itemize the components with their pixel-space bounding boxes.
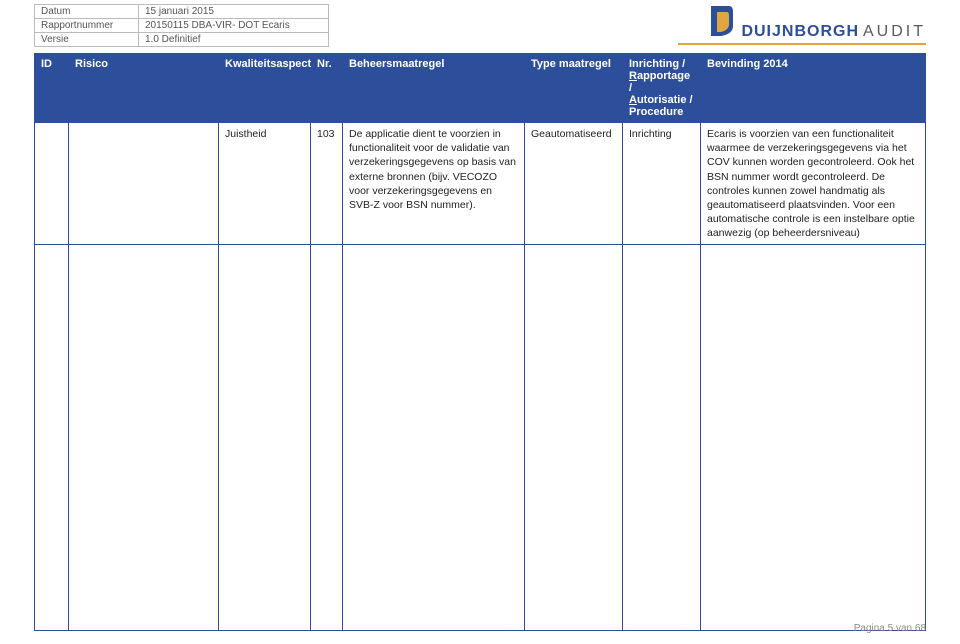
meta-datum-label: Datum (35, 5, 139, 19)
logo-suffix: AUDIT (863, 23, 926, 41)
page: Datum 15 januari 2015 Rapportnummer 2015… (0, 0, 960, 644)
th-kwaliteitsaspect: Kwaliteitsaspect (219, 54, 311, 123)
meta-versie-label: Versie (35, 33, 139, 47)
th-inrichting: Inrichting / Rapportage / Autorisatie / … (623, 54, 701, 123)
cell-nr: 103 (311, 123, 343, 245)
meta-rapportnummer-value: 20150115 DBA-VIR- DOT Ecaris (139, 19, 329, 33)
table-row: Juistheid 103 De applicatie dient te voo… (35, 123, 926, 245)
cell-bevinding: Ecaris is voorzien van een functionalite… (701, 123, 926, 245)
cell-beheersmaatregel: De applicatie dient te voorzien in funct… (343, 123, 525, 245)
logo-mark-icon (705, 4, 735, 41)
logo-underline (678, 43, 926, 45)
meta-table: Datum 15 januari 2015 Rapportnummer 2015… (34, 4, 329, 47)
header-row: Datum 15 januari 2015 Rapportnummer 2015… (34, 4, 926, 47)
page-number: Pagina 5 van 68 (854, 623, 926, 634)
table-filler-row (35, 245, 926, 631)
th-bevinding: Bevinding 2014 (701, 54, 926, 123)
cell-type-maatregel: Geautomatiseerd (525, 123, 623, 245)
meta-rapportnummer-label: Rapportnummer (35, 19, 139, 33)
meta-versie-value: 1.0 Definitief (139, 33, 329, 47)
th-risico: Risico (69, 54, 219, 123)
cell-id (35, 123, 69, 245)
report-table: ID Risico Kwaliteitsaspect Nr. Beheersma… (34, 53, 926, 631)
brand-logo: DUIJNBORGH AUDIT (678, 4, 926, 45)
cell-risico (69, 123, 219, 245)
logo-name: DUIJNBORGH (741, 23, 859, 41)
th-type-maatregel: Type maatregel (525, 54, 623, 123)
th-id: ID (35, 54, 69, 123)
meta-datum-value: 15 januari 2015 (139, 5, 329, 19)
table-header-row: ID Risico Kwaliteitsaspect Nr. Beheersma… (35, 54, 926, 123)
cell-kwaliteitsaspect: Juistheid (219, 123, 311, 245)
th-nr: Nr. (311, 54, 343, 123)
cell-inrichting: Inrichting (623, 123, 701, 245)
th-beheersmaatregel: Beheersmaatregel (343, 54, 525, 123)
